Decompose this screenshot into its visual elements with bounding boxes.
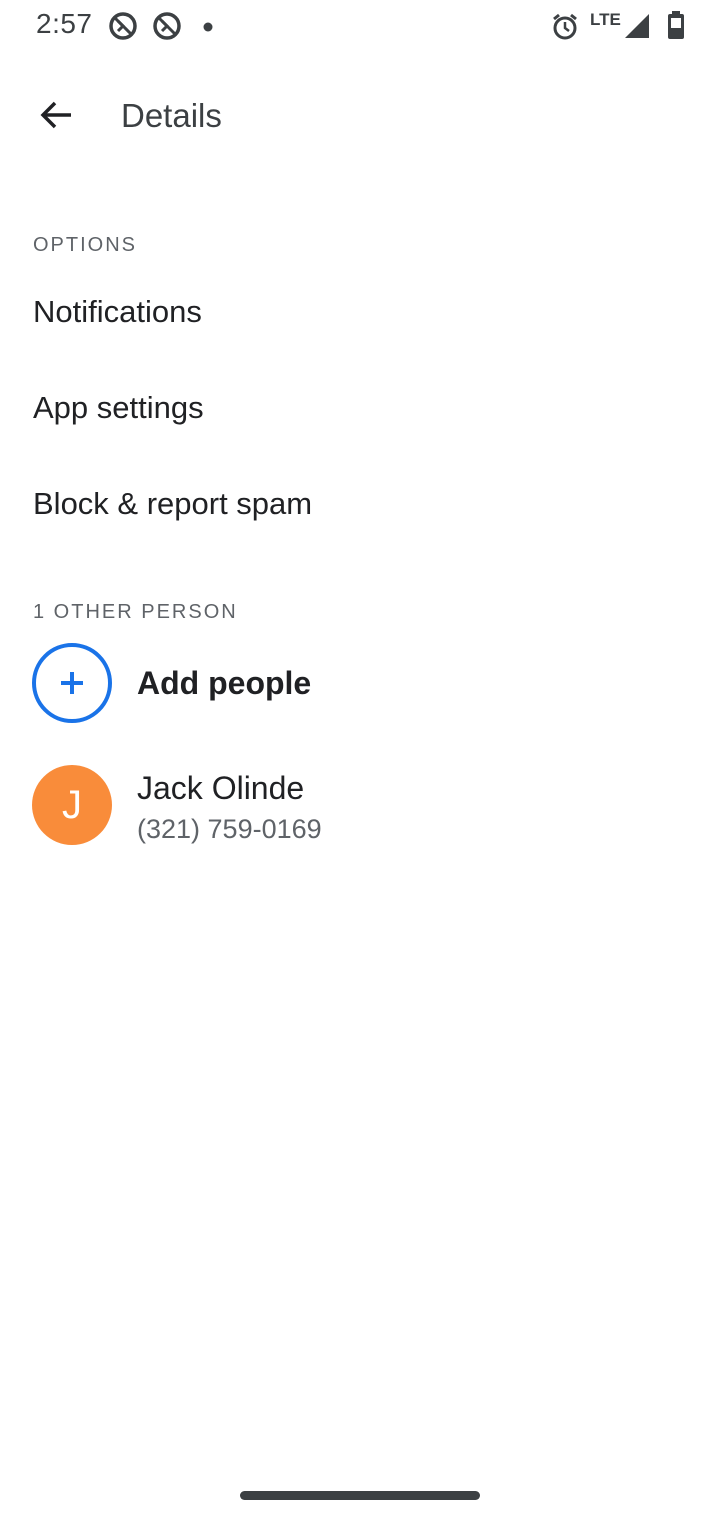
arrow-back-icon	[38, 97, 74, 138]
gesture-navigation-bar[interactable]	[240, 1491, 480, 1500]
dot-icon	[202, 20, 214, 38]
add-people-label: Add people	[137, 665, 312, 701]
app-settings-option[interactable]: App settings	[0, 359, 720, 455]
option-label: Block & report spam	[33, 486, 313, 521]
avatar: J	[32, 765, 112, 845]
add-icon	[32, 643, 112, 723]
avatar-initial: J	[62, 782, 82, 827]
add-people-button[interactable]: Add people	[0, 633, 720, 733]
sync-disabled-icon	[108, 11, 138, 46]
sync-disabled-icon	[152, 11, 182, 46]
notifications-option[interactable]: Notifications	[0, 263, 720, 359]
details-screen: 2:57 LTE Details OPTIONS Notifications A…	[0, 0, 720, 1520]
alarm-icon	[550, 12, 580, 47]
contact-name: Jack Olinde	[137, 770, 305, 806]
back-button[interactable]	[28, 89, 84, 145]
block-report-spam-option[interactable]: Block & report spam	[0, 455, 720, 551]
status-bar: 2:57 LTE	[0, 0, 720, 52]
option-label: Notifications	[33, 294, 202, 329]
status-time: 2:57	[36, 8, 93, 39]
network-type-label: LTE	[590, 10, 621, 29]
options-section-header: OPTIONS	[33, 234, 138, 256]
contact-row[interactable]: J Jack Olinde (321) 759-0169	[0, 757, 720, 853]
app-bar: Details	[0, 70, 720, 164]
people-section-header: 1 OTHER PERSON	[33, 601, 238, 623]
page-title: Details	[121, 97, 222, 134]
contact-phone: (321) 759-0169	[137, 814, 322, 844]
signal-icon	[623, 12, 651, 45]
option-label: App settings	[33, 390, 204, 425]
battery-icon	[666, 10, 686, 45]
